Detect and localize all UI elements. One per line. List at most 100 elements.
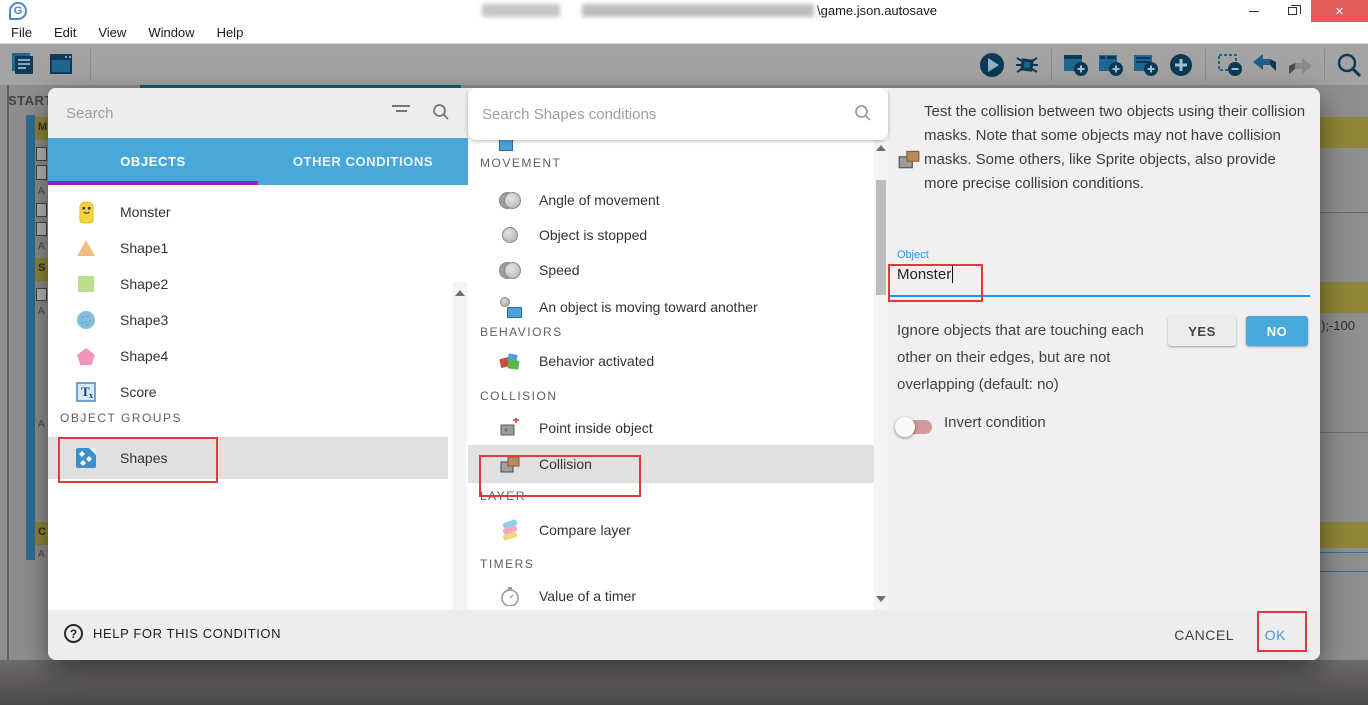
event-text-fragment: );-100 — [1321, 318, 1355, 333]
condition-list-panel: MOVEMENT Angle of movement Object is sto… — [468, 88, 888, 610]
event-header-fragment: S — [35, 258, 48, 281]
condition-item-speed[interactable]: Speed — [468, 252, 874, 288]
object-list-item-score[interactable]: Tx Score — [48, 374, 448, 410]
event-text-fragment: A — [38, 549, 45, 560]
search-icon[interactable] — [432, 103, 450, 126]
event-sheet-border — [7, 85, 9, 660]
event-row-divider — [1320, 212, 1368, 213]
scrollbar-thumb[interactable] — [876, 180, 886, 295]
condition-search-input[interactable] — [482, 106, 822, 123]
object-field[interactable]: Monster — [897, 266, 953, 283]
svg-text:x: x — [89, 391, 93, 400]
scene-editor-icon[interactable] — [46, 49, 76, 79]
condition-list-scrollbar[interactable] — [874, 140, 888, 610]
event-header-fragment — [1320, 522, 1368, 548]
object-list-item-shape3[interactable]: Shape3 — [48, 302, 448, 338]
collision-icon — [897, 148, 921, 175]
menu-view[interactable]: View — [87, 22, 137, 44]
condition-item-angle-of-movement[interactable]: Angle of movement — [468, 182, 874, 218]
object-name: Score — [120, 384, 157, 400]
pentagon-icon — [74, 347, 98, 366]
search-toolbar-icon[interactable] — [1334, 50, 1364, 80]
redo-icon[interactable] — [1285, 50, 1315, 80]
object-field-label: Object — [897, 249, 929, 261]
condition-search-bar — [468, 88, 888, 140]
compare-layer-icon — [497, 519, 523, 541]
event-header-fragment — [1320, 282, 1368, 313]
object-field-underline — [890, 295, 1310, 297]
help-link[interactable]: ? HELP FOR THIS CONDITION — [64, 624, 281, 643]
object-name: Shape3 — [120, 312, 168, 328]
redacted-title-block — [482, 4, 560, 17]
undo-icon[interactable] — [1250, 50, 1280, 80]
object-search-input[interactable] — [66, 105, 366, 122]
event-action-icon — [36, 203, 47, 217]
search-icon[interactable] — [854, 104, 872, 127]
debugger-icon[interactable] — [1012, 50, 1042, 80]
tab-objects[interactable]: OBJECTS — [48, 138, 258, 185]
tab-bar: OBJECTS OTHER CONDITIONS — [48, 138, 468, 185]
preview-play-icon[interactable] — [977, 50, 1007, 80]
ok-button[interactable]: OK — [1265, 627, 1286, 643]
menu-edit[interactable]: Edit — [43, 22, 87, 44]
section-header-behaviors: BEHAVIORS — [480, 325, 563, 339]
group-list-item-shapes[interactable]: Shapes — [48, 437, 448, 479]
object-list-item-shape2[interactable]: Shape2 — [48, 266, 448, 302]
collision-icon — [497, 454, 523, 474]
condition-list: MOVEMENT Angle of movement Object is sto… — [468, 140, 874, 610]
cancel-button[interactable]: CANCEL — [1174, 627, 1234, 643]
condition-item-object-is-stopped[interactable]: Object is stopped — [468, 217, 874, 253]
object-list-item-shape1[interactable]: Shape1 — [48, 230, 448, 266]
condition-item-behavior-activated[interactable]: Behavior activated — [468, 343, 874, 379]
condition-description: Test the collision between two objects u… — [924, 100, 1308, 196]
redacted-title-block — [582, 4, 814, 17]
event-row-divider — [1320, 432, 1368, 433]
event-text-fragment: A — [38, 306, 45, 317]
add-event-icon[interactable] — [1061, 50, 1091, 80]
section-header-movement: MOVEMENT — [480, 156, 561, 170]
gdevelop-logo-icon: G — [9, 2, 27, 20]
menu-window[interactable]: Window — [137, 22, 205, 44]
close-button[interactable]: ✕ — [1311, 0, 1368, 22]
object-stopped-icon — [497, 227, 523, 243]
text-cursor — [952, 266, 953, 283]
section-header-collision: COLLISION — [480, 389, 558, 403]
condition-item-collision[interactable]: Collision — [468, 445, 874, 483]
object-list-scrollbar[interactable] — [453, 282, 467, 660]
object-list-item-monster[interactable]: Monster — [48, 194, 448, 230]
minimize-button[interactable] — [1235, 0, 1273, 22]
tab-other-conditions[interactable]: OTHER CONDITIONS — [258, 138, 468, 185]
object-name: Shape2 — [120, 276, 168, 292]
event-header-fragment — [1320, 117, 1368, 148]
yes-button[interactable]: YES — [1168, 316, 1236, 346]
restore-button[interactable] — [1273, 0, 1311, 22]
condition-item-moving-toward[interactable]: An object is moving toward another — [468, 289, 874, 325]
scroll-down-arrow[interactable] — [876, 596, 886, 602]
add-comment-icon[interactable] — [1096, 50, 1126, 80]
no-button[interactable]: NO — [1246, 316, 1308, 346]
add-condition-icon[interactable] — [1166, 50, 1196, 80]
scrolled-item-icon-fragment — [499, 140, 513, 151]
filter-icon[interactable] — [392, 105, 410, 115]
scroll-up-arrow[interactable] — [455, 290, 465, 296]
condition-item-point-inside[interactable]: Point inside object — [468, 410, 874, 446]
menu-help[interactable]: Help — [206, 22, 255, 44]
object-list-item-shape4[interactable]: Shape4 — [48, 338, 448, 374]
invert-condition-toggle[interactable] — [898, 420, 932, 434]
event-condition-column — [26, 115, 35, 560]
event-header-fragment: C — [35, 522, 48, 545]
add-subevent-icon[interactable] — [1131, 50, 1161, 80]
menu-file[interactable]: File — [0, 22, 43, 44]
condition-item-compare-layer[interactable]: Compare layer — [468, 512, 874, 548]
object-search-bar — [48, 88, 468, 138]
object-name: Shape4 — [120, 348, 168, 364]
app-background: START M S C A A A A A );-100 — [0, 44, 1368, 705]
toolbar — [0, 44, 1368, 85]
delete-event-icon[interactable] — [1215, 50, 1245, 80]
project-manager-icon[interactable] — [8, 49, 38, 79]
scroll-up-arrow[interactable] — [876, 145, 886, 151]
monster-icon — [74, 201, 98, 224]
condition-item-timer-value[interactable]: Value of a timer — [468, 578, 874, 610]
object-groups-header: OBJECT GROUPS — [60, 411, 182, 425]
group-name: Shapes — [120, 450, 167, 466]
